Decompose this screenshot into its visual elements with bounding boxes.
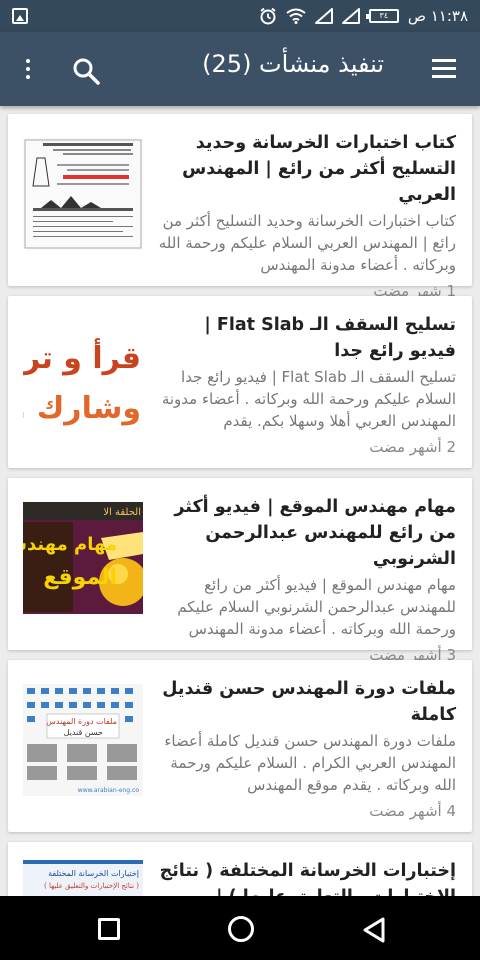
thumb-caption: ( نتائج الإختبارات والتعليق عليها ) [44,882,139,890]
post-thumbnail: قرأ و تر . وشارك [23,320,143,432]
home-icon[interactable] [228,916,254,942]
more-vert-icon[interactable] [20,58,36,82]
post-snippet: تسليح السقف الـ Flat Slab | فيديو رائع ج… [161,368,456,430]
post-thumbnail [23,138,143,250]
post-card[interactable]: قرأ و تر . وشارك تسليح السقف الـ Flat Sl… [8,296,472,468]
post-text: كتاب اختبارات الخرسانة وحديد التسليح أكث… [158,130,456,300]
clock-icon [260,7,276,25]
post-snippet: كتاب اختبارات الخرسانة وحديد التسليح أكث… [158,212,456,274]
search-icon[interactable] [72,57,100,85]
thumb-caption: قرأ و تر [23,338,141,376]
post-text: تسليح السقف الـ Flat Slab | فيديو رائع ج… [158,312,456,456]
thumb-caption: إختبارات الخرسانة المختلفة [48,869,139,879]
gallery-icon [12,8,28,24]
thumb-caption: www.arabian-eng.co [78,787,140,794]
thumb-caption: مهام مهندس [23,534,117,555]
status-bar: ٣٤ ١١:٣٨ ص [0,0,480,32]
post-snippet: ملفات دورة المهندس حسن قنديل كاملة أعضاء… [164,732,456,794]
post-card[interactable]: كتاب اختبارات الخرسانة وحديد التسليح أكث… [8,114,472,300]
post-time: 4 أشهر مضت [369,802,456,820]
post-card[interactable]: الحلقة الا مهام مهندس الموقع مهام مهندس … [8,478,472,664]
post-title[interactable]: ملفات دورة المهندس حسن قنديل كاملة [158,676,456,728]
thumb-caption: . وشارك [23,391,141,426]
post-title[interactable]: كتاب اختبارات الخرسانة وحديد التسليح أكث… [158,130,456,208]
status-time: ١١:٣٨ ص [407,7,468,25]
post-thumbnail: ملفات دورة المهندس حسن قنديل www.arabian… [23,684,143,796]
thumb-caption: الحلقة الا [103,507,141,518]
post-time: 2 أشهر مضت [369,438,456,456]
post-text: ملفات دورة المهندس حسن قنديل كاملة ملفات… [158,676,456,820]
battery-label: ٣٤ [379,11,389,20]
system-nav-bar [0,896,480,960]
thumb-caption: الموقع [43,565,117,590]
recents-icon[interactable] [98,918,120,940]
post-thumbnail: الحلقة الا مهام مهندس الموقع [23,502,143,614]
post-title[interactable]: تسليح السقف الـ Flat Slab | فيديو رائع ج… [158,312,456,364]
post-title[interactable]: مهام مهندس الموقع | فيديو أكثر من رائع ل… [158,494,456,572]
status-right: ٣٤ ١١:٣٨ ص [259,0,468,32]
thumb-caption: ملفات دورة المهندس [46,717,117,726]
post-text: مهام مهندس الموقع | فيديو أكثر من رائع ل… [158,494,456,664]
back-icon[interactable] [360,916,388,944]
signal-icon [314,8,333,24]
wifi-icon [286,8,306,24]
menu-icon[interactable] [432,59,456,79]
app-bar: تنفيذ منشأت (25) [0,32,480,106]
post-snippet: مهام مهندس الموقع | فيديو أكثر من رائع ل… [177,576,456,638]
thumb-caption: حسن قنديل [64,728,103,737]
battery-icon: ٣٤ [365,9,399,23]
post-card[interactable]: ملفات دورة المهندس حسن قنديل www.arabian… [8,660,472,832]
post-thumbnail: إختبارات الخرسانة المختلفة ( نتائج الإخت… [23,860,143,900]
page-title: تنفيذ منشأت (25) [202,50,384,78]
signal-icon [341,8,360,24]
